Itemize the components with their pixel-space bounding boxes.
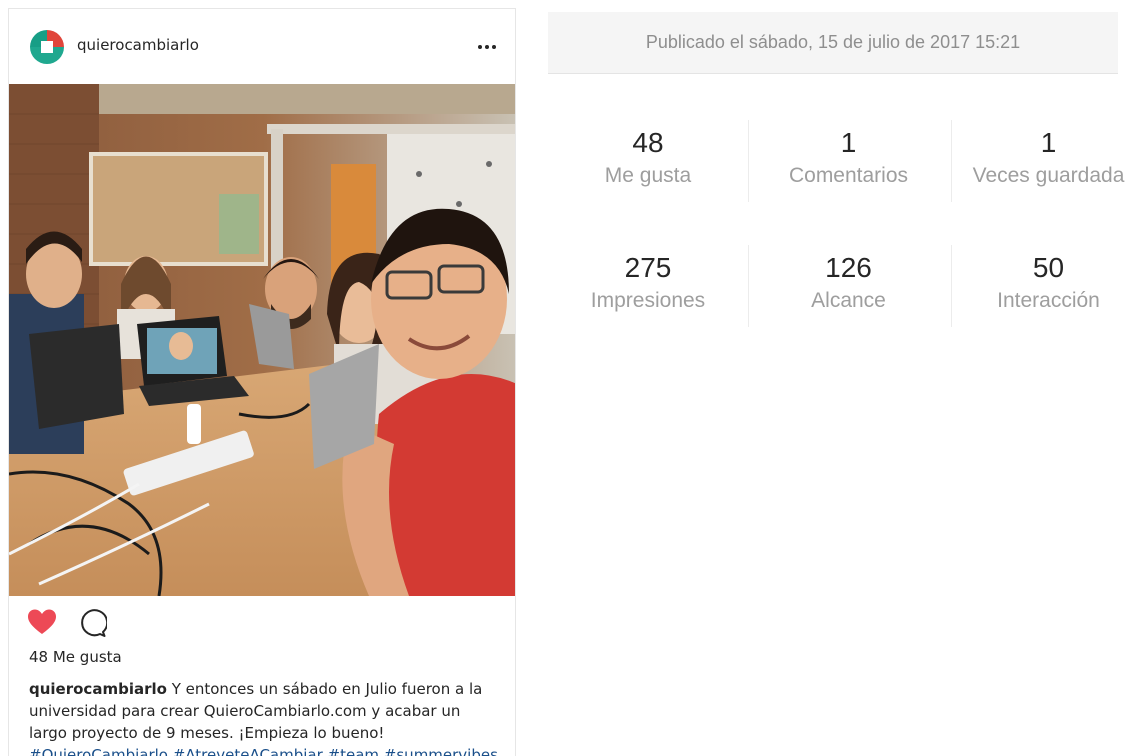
comment-icon[interactable] <box>77 608 107 638</box>
stat-likes: 48 Me gusta <box>548 120 748 202</box>
stat-label: Interacción <box>997 289 1100 312</box>
stat-comments: 1 Comentarios <box>748 120 948 202</box>
stat-label: Alcance <box>811 289 886 312</box>
stat-interaction: 50 Interacción <box>951 245 1145 327</box>
profile-avatar[interactable] <box>28 28 66 66</box>
stat-value: 275 <box>624 252 672 283</box>
stat-value: 48 <box>632 127 664 158</box>
stat-value: 1 <box>840 127 857 158</box>
stat-label: Me gusta <box>604 164 692 187</box>
likes-count[interactable]: 48 Me gusta <box>29 648 122 666</box>
stat-value: 126 <box>825 252 872 283</box>
caption-hashtags[interactable]: #QuieroCambiarlo #AtreveteACambiar #team… <box>29 744 499 756</box>
stats-row-engagement: 48 Me gusta 1 Comentarios 1 Veces guarda… <box>548 120 1145 202</box>
post-caption: quierocambiarlo Y entonces un sábado en … <box>29 678 499 756</box>
stat-saves: 1 Veces guardada <box>951 120 1145 202</box>
post-actions <box>9 603 515 643</box>
post-header: quierocambiarlo <box>9 9 515 84</box>
heart-icon[interactable] <box>27 608 57 636</box>
stat-label: Comentarios <box>788 164 909 187</box>
stat-value: 50 <box>1032 252 1065 283</box>
post-photo[interactable] <box>9 84 515 596</box>
instagram-post-card: quierocambiarlo 48 Me gusta quierocambia… <box>8 8 516 756</box>
stat-label: Veces guardada <box>972 164 1125 187</box>
stat-reach: 126 Alcance <box>748 245 948 327</box>
stats-row-reach: 275 Impresiones 126 Alcance 50 Interacci… <box>548 245 1145 327</box>
stat-impressions: 275 Impresiones <box>548 245 748 327</box>
stat-label: Impresiones <box>590 289 706 312</box>
caption-username[interactable]: quierocambiarlo <box>29 680 167 698</box>
more-horizontal-icon[interactable] <box>475 37 499 57</box>
stat-value: 1 <box>1040 127 1057 158</box>
published-date-header: Publicado el sábado, 15 de julio de 2017… <box>548 12 1118 74</box>
post-username[interactable]: quierocambiarlo <box>77 36 199 54</box>
